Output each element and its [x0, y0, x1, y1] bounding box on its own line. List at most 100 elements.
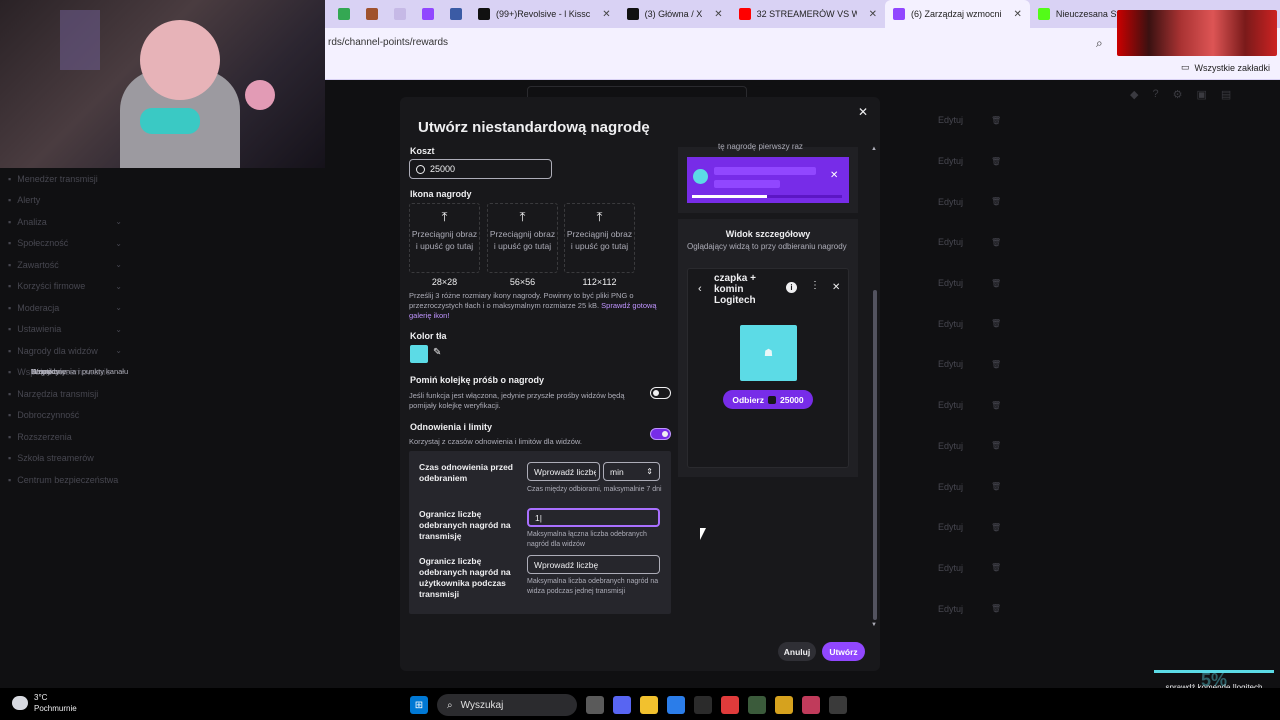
browser-tab[interactable]: (6) Zarządzaj wzmocni ✕: [884, 0, 1030, 28]
browser-tab[interactable]: [386, 0, 414, 28]
taskbar-search[interactable]: ⌕ Wyszukaj: [437, 694, 577, 716]
edit-label: Edytuj: [938, 115, 964, 126]
text-caret: |: [539, 512, 542, 523]
create-button[interactable]: Utwórz: [822, 642, 865, 661]
sidebar-item[interactable]: ▪ Menedżer transmisji: [0, 168, 130, 190]
sidebar-item[interactable]: ▪ Zawartość ⌄: [0, 254, 130, 276]
upload-icon: ⤒: [596, 209, 603, 224]
sidebar-item[interactable]: ▪ Alerty: [0, 190, 130, 212]
reward-row: Edytuj 🗑: [880, 222, 1140, 263]
close-icon[interactable]: ✕: [1014, 9, 1022, 20]
cancel-button[interactable]: Anuluj: [778, 642, 816, 661]
scroll-thumb[interactable]: [873, 290, 877, 620]
chrome-icon[interactable]: [667, 696, 685, 714]
sidebar-item[interactable]: ▪ Nagrody dla widzów ⌄: [0, 340, 130, 362]
reward-row: Edytuj 🗑: [880, 263, 1140, 304]
sidebar-item-label: Nagrody dla widzów: [17, 345, 98, 356]
edit-label: Edytuj: [938, 522, 964, 533]
limit-user-input[interactable]: Wprowadź liczbę: [527, 555, 660, 574]
monitor-icon: [450, 8, 462, 20]
icon-drop-zone-28[interactable]: ⤒ Przeciągnij obraz i upuść go tutaj: [409, 203, 480, 273]
cost-input[interactable]: 25000: [409, 159, 552, 179]
browser-tab[interactable]: [414, 0, 442, 28]
chevron-down-icon: ⌄: [115, 217, 122, 227]
limit-stream-label: Ogranicz liczbę odebranych nagród na tra…: [419, 509, 511, 541]
sidebar-item-label: Alerty: [17, 195, 41, 206]
tool-icon: ▪: [8, 388, 12, 399]
sidebar-item[interactable]: ▪ Szkoła streamerów: [0, 448, 130, 470]
weather-widget[interactable]: 3°C Pochmurnie: [12, 692, 77, 714]
trash-icon: 🗑: [991, 156, 1002, 166]
l-icon[interactable]: [775, 696, 793, 714]
scroll-up-icon[interactable]: ▲: [871, 146, 877, 152]
eyedropper-icon[interactable]: ✎: [433, 347, 441, 358]
trash-icon: 🗑: [991, 441, 1002, 451]
webcam-overlay: [0, 0, 325, 168]
folder-icon[interactable]: [640, 696, 658, 714]
sidebar-item[interactable]: Nagrody: [9, 362, 239, 384]
sidebar-item[interactable]: ▪ Centrum bezpieczeństwa: [0, 469, 130, 491]
zoom-icon[interactable]: ⌕: [1096, 36, 1103, 51]
trash-icon: 🗑: [991, 319, 1002, 329]
close-icon[interactable]: ✕: [602, 9, 610, 20]
modal-scrollbar[interactable]: ▲ ▼: [871, 146, 877, 630]
sidebar-item-label: Centrum bezpieczeństwa: [17, 474, 119, 485]
edit-label: Edytuj: [938, 359, 964, 370]
limits-panel: Czas odnowienia przed odebraniem Wprowad…: [409, 451, 671, 614]
chevron-down-icon: ⌄: [115, 238, 122, 248]
help-icon: ?: [1152, 88, 1159, 100]
record-icon[interactable]: [721, 696, 739, 714]
claim-label: Odbierz: [732, 394, 764, 405]
sidebar-item[interactable]: ▪ Analiza ⌄: [0, 211, 130, 233]
files-icon[interactable]: [586, 696, 604, 714]
reward-icon: ☗: [764, 347, 773, 359]
trash-icon: 🗑: [991, 482, 1002, 492]
limit-stream-input[interactable]: 1 |: [527, 508, 660, 527]
browser-tab[interactable]: (3) Główna / X ✕: [619, 0, 731, 28]
sidebar-item-label: Nagrody: [31, 367, 60, 377]
discord-icon[interactable]: [613, 696, 631, 714]
tab-title: (99+)Revolsive - l Kissc: [496, 9, 591, 19]
sidebar-item-label: Moderacja: [17, 302, 60, 313]
sidebar-item[interactable]: ▪ Rozszerzenia: [0, 426, 130, 448]
close-icon[interactable]: ✕: [869, 9, 877, 20]
screen: (99+)Revolsive - l Kissc ✕ (3) Główna / X ✕…: [0, 0, 1280, 720]
close-icon[interactable]: ✕: [714, 9, 722, 20]
skip-queue-toggle[interactable]: [650, 387, 671, 399]
windows-start-icon[interactable]: ⊞: [410, 696, 428, 714]
sidebar-item[interactable]: ▪ Korzyści firmowe ⌄: [0, 276, 130, 298]
youtube-icon: [738, 8, 751, 20]
edit-label: Edytuj: [938, 318, 964, 329]
android-icon[interactable]: [748, 696, 766, 714]
clock-icon[interactable]: [829, 696, 847, 714]
sidebar-item[interactable]: ▪ Moderacja ⌄: [0, 297, 130, 319]
sidebar-item-label: Szkoła streamerów: [17, 453, 94, 464]
sidebar-item[interactable]: ▪ Dobroczynność: [0, 405, 130, 427]
icon-drop-zone-56[interactable]: ⤒ Przeciągnij obraz i upuść go tutaj: [487, 203, 558, 273]
cooldown-label: Odnowienia i limity: [410, 422, 493, 432]
url-text[interactable]: rds/channel-points/rewards: [328, 37, 448, 48]
preview-progress: [692, 195, 842, 198]
search-icon: ⌕: [447, 699, 453, 711]
cooldown-time-placeholder: Wprowadź liczbę: [534, 466, 596, 477]
browser-tab[interactable]: (99+)Revolsive - l Kissc ✕: [470, 0, 619, 28]
cost-value: 25000: [430, 164, 456, 174]
scroll-down-icon[interactable]: ▼: [871, 622, 877, 628]
close-icon[interactable]: ✕: [858, 105, 868, 119]
all-bookmarks[interactable]: ▭ Wszystkie zakładki: [1181, 62, 1270, 73]
browser-tab[interactable]: [330, 0, 358, 28]
browser-tab[interactable]: [358, 0, 386, 28]
git-icon[interactable]: [694, 696, 712, 714]
sidebar-item-label: Korzyści firmowe: [17, 281, 86, 292]
sidebar-item[interactable]: ▪ Społeczność ⌄: [0, 233, 130, 255]
browser-tab[interactable]: 32 STREAMERÓW VS W ✕: [731, 0, 885, 28]
cooldown-toggle[interactable]: [650, 428, 671, 440]
sidebar-item[interactable]: ▪ Ustawienia ⌄: [0, 319, 130, 341]
sidebar-item[interactable]: ▪ Narzędzia transmisji: [0, 383, 130, 405]
terminal-icon[interactable]: [802, 696, 820, 714]
cooldown-unit-select[interactable]: min ⇕: [603, 462, 660, 481]
icon-drop-zone-112[interactable]: ⤒ Przeciągnij obraz i upuść go tutaj: [564, 203, 635, 273]
browser-tab[interactable]: [442, 0, 470, 28]
color-swatch[interactable]: [410, 345, 428, 363]
cooldown-time-input[interactable]: Wprowadź liczbę: [527, 462, 600, 481]
